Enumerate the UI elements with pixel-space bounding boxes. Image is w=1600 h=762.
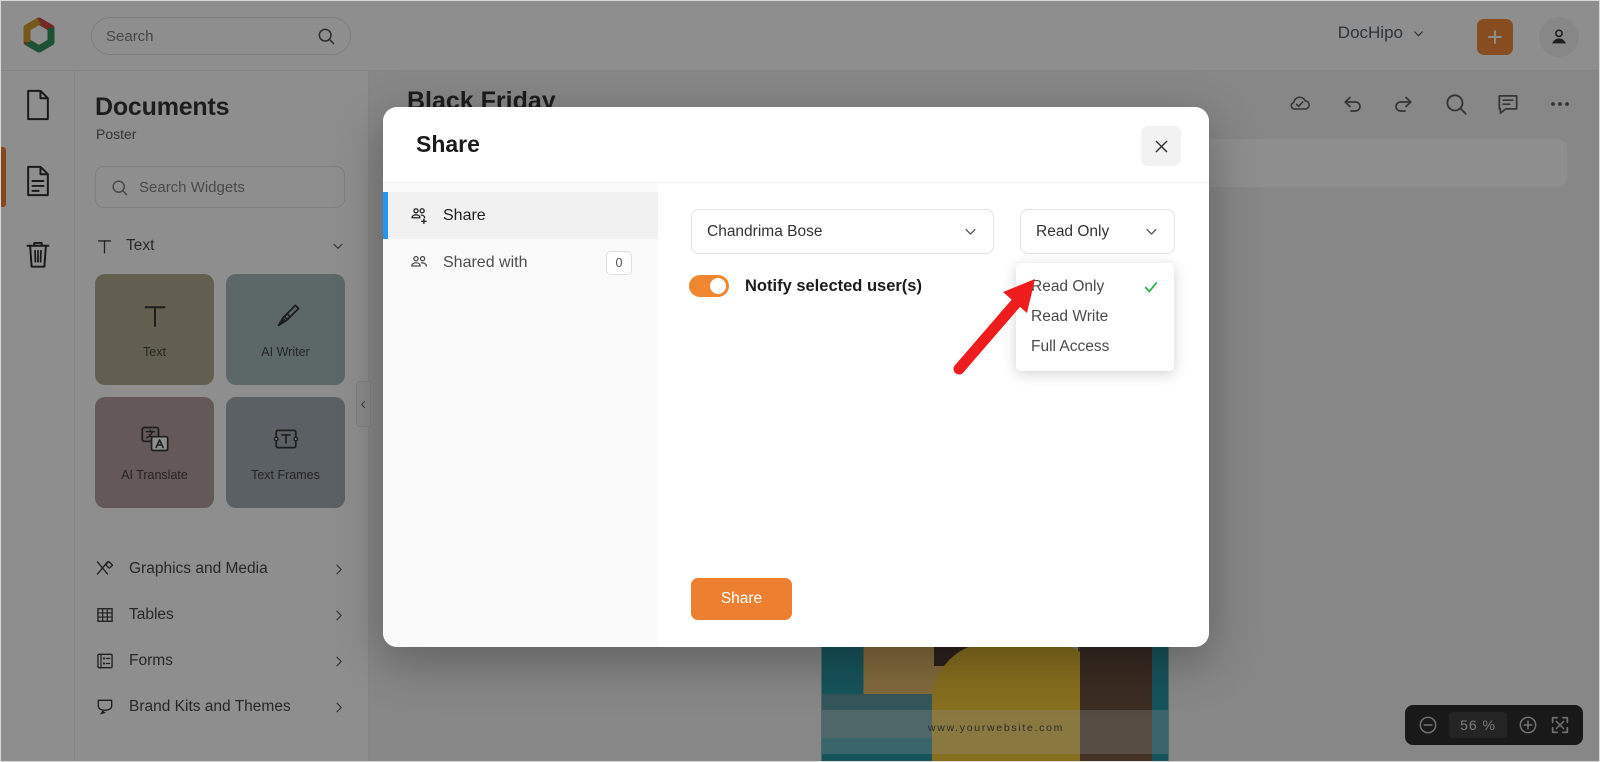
permission-select-dropdown[interactable]: Read Only [1020,209,1175,254]
modal-header: Share [383,107,1209,183]
permission-option-label: Full Access [1031,338,1110,355]
share-modal: Share Share Shared with 0 Chandrima Bose… [383,107,1209,647]
shared-with-count-badge: 0 [606,250,632,275]
modal-title: Share [416,131,480,157]
permission-option-label: Read Write [1031,308,1109,325]
share-submit-button[interactable]: Share [691,578,792,620]
chevron-down-icon [1146,229,1157,235]
modal-tab-label: Share [443,206,486,224]
modal-body: Share Shared with 0 Chandrima Bose Read … [383,183,1209,647]
close-icon [1155,140,1167,152]
user-select-dropdown[interactable]: Chandrima Bose [691,209,994,254]
close-button[interactable] [1141,126,1181,166]
notify-toggle[interactable] [689,275,729,297]
notify-users-row: Notify selected user(s) [689,275,922,297]
notify-label: Notify selected user(s) [745,276,922,295]
modal-tab-label: Shared with [443,253,528,271]
modal-tab-shared-with[interactable]: Shared with 0 [383,239,658,286]
user-select-value: Chandrima Bose [707,222,823,240]
red-arrow-annotation [953,279,1035,375]
chevron-down-icon [965,229,976,235]
check-icon [1144,282,1158,293]
modal-content: Chandrima Bose Read Only Read Only Read … [658,183,1209,647]
share-user-add-icon [411,208,427,225]
app-root: Search DocHipo [0,0,1600,762]
modal-sidebar: Share Shared with 0 [383,183,658,647]
modal-tab-share[interactable]: Share [383,192,658,239]
shared-users-icon [411,255,427,267]
permission-select-value: Read Only [1036,222,1110,240]
permission-option-label: Read Only [1031,278,1105,295]
